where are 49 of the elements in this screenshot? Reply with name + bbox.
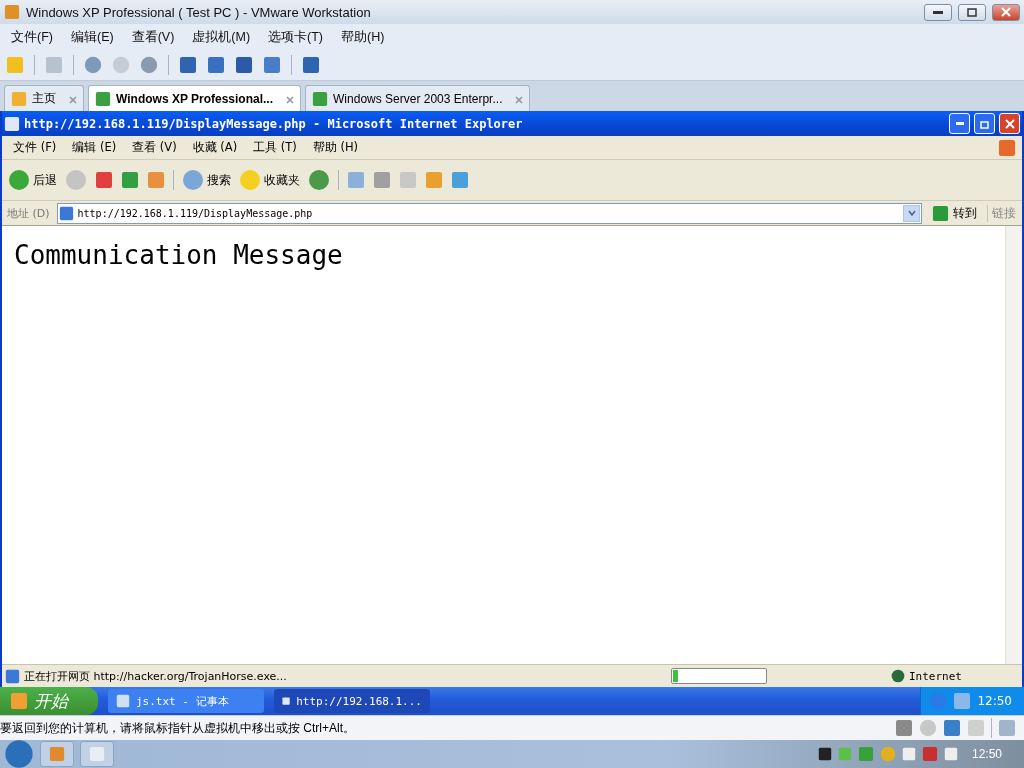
tab-label: Windows XP Professional... xyxy=(116,91,274,106)
close-icon xyxy=(1001,7,1011,17)
minimize-icon xyxy=(933,10,943,14)
restore-icon xyxy=(979,118,990,129)
menu-item[interactable]: 文件 (F) xyxy=(6,139,64,156)
address-field[interactable]: http://192.168.1.119/DisplayMessage.php xyxy=(77,207,899,219)
tab-label: 主页 xyxy=(32,90,56,107)
caret-icon xyxy=(907,210,916,216)
close-button[interactable] xyxy=(992,3,1020,21)
window-title: Windows XP Professional ( Test PC ) - VMware Workstation xyxy=(26,4,371,20)
tab[interactable]: Windows Server 2003 Enterpr... xyxy=(305,85,531,111)
taskbar-button[interactable] xyxy=(40,741,74,767)
close-icon xyxy=(1004,118,1015,129)
zone-label: Internet xyxy=(909,669,963,683)
menu-item[interactable]: 收藏 (A) xyxy=(185,139,245,156)
scrollbar[interactable] xyxy=(1005,226,1022,664)
menu-item[interactable]: 帮助 (H) xyxy=(305,139,366,156)
hint-text: 要返回到您的计算机，请将鼠标指针从虚拟机中移出或按 Ctrl+Alt。 xyxy=(0,719,356,737)
back-button[interactable]: 后退 xyxy=(8,169,57,191)
menu-item[interactable]: 编辑 (E) xyxy=(65,139,124,156)
page-heading: Communication Message xyxy=(14,240,344,270)
menu-item[interactable]: 文件(F) xyxy=(4,26,60,48)
clock: 12:50 xyxy=(977,694,1012,708)
restore-icon xyxy=(967,7,977,17)
menu-item[interactable]: 选项卡(T) xyxy=(261,26,331,48)
tab[interactable]: Windows XP Professional... xyxy=(88,85,302,111)
dropdown-button[interactable] xyxy=(903,204,920,222)
minimize-button[interactable] xyxy=(924,3,952,21)
search-button[interactable]: 搜索 xyxy=(182,169,231,191)
taskbar-button[interactable] xyxy=(80,741,114,767)
address-label: 地址 (D) xyxy=(6,205,51,221)
menu-item[interactable]: 编辑(E) xyxy=(63,26,121,48)
browser-title: http://192.168.1.119/DisplayMessage.php - Microsoft Internet Explorer xyxy=(24,116,523,131)
menu-item[interactable]: 帮助(H) xyxy=(334,26,392,48)
taskbar-button[interactable]: http://192.168.1... xyxy=(274,689,430,713)
tab[interactable]: 主页 xyxy=(4,85,84,111)
minimize-icon xyxy=(955,122,964,125)
menu-item[interactable]: 查看(V) xyxy=(124,26,182,48)
menu-item[interactable]: 查看 (V) xyxy=(125,139,184,156)
clock: 12:50 xyxy=(971,747,1002,761)
favorites-button[interactable]: 收藏夹 xyxy=(239,169,300,191)
menu-item[interactable]: 工具 (T) xyxy=(246,139,304,156)
tab-label: Windows Server 2003 Enterpr... xyxy=(333,91,503,106)
menu-item[interactable]: 虚拟机(M) xyxy=(185,26,258,48)
status-text: 正在打开网页 http://hacker.org/TrojanHorse.exe... xyxy=(24,668,288,684)
go-button[interactable]: 转到 xyxy=(926,204,983,222)
address-bar[interactable]: http://192.168.1.119/DisplayMessage.php xyxy=(56,202,922,224)
restore-button[interactable] xyxy=(958,3,986,21)
taskbar-button[interactable]: js.txt - 记事本 xyxy=(108,689,264,713)
